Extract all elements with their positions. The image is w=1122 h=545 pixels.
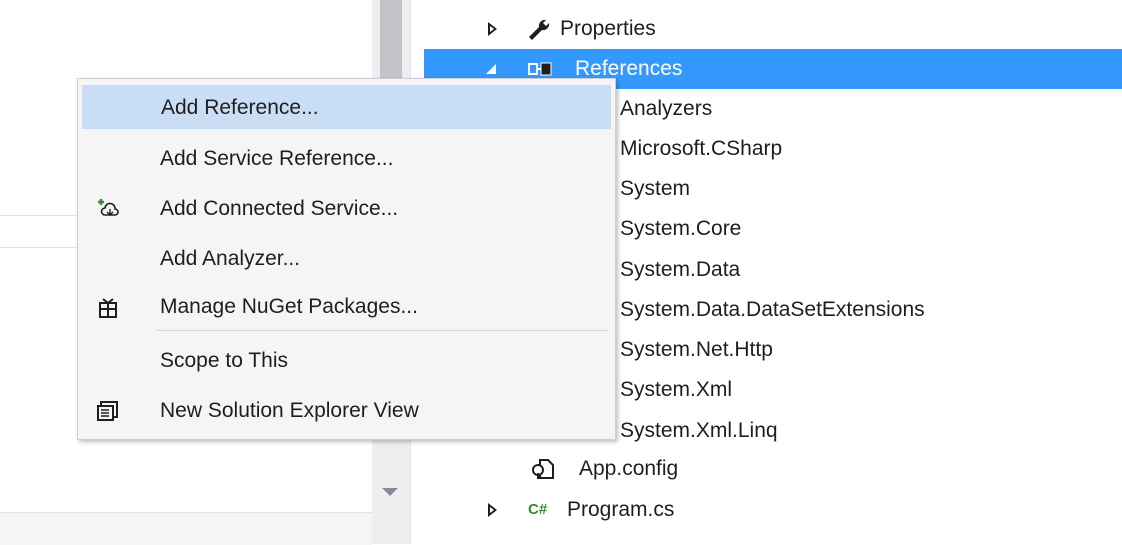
menu-item-new-solution-explorer-view[interactable]: New Solution Explorer View <box>82 389 611 433</box>
menu-item-label: Manage NuGet Packages... <box>160 295 418 318</box>
expand-arrow-icon[interactable] <box>484 9 504 49</box>
menu-item-label: Scope to This <box>160 349 289 372</box>
nuget-package-icon <box>99 298 117 318</box>
scroll-down-arrow-icon[interactable] <box>382 488 398 496</box>
csharp-file-icon: C# <box>528 501 548 518</box>
menu-item-add-analyzer[interactable]: Add Analyzer... <box>82 237 611 281</box>
tree-item-label: Microsoft.CSharp <box>620 137 783 160</box>
tree-item-label: Analyzers <box>620 97 713 120</box>
wrench-icon <box>529 19 550 40</box>
tree-item-label: System.Xml <box>620 378 733 401</box>
tree-item-label: System.Xml.Linq <box>620 419 778 442</box>
config-file-icon <box>532 459 554 479</box>
tree-item-label: App.config <box>579 457 679 480</box>
tree-item-label: System.Data.DataSetExtensions <box>620 298 925 321</box>
tree-item-label: System.Core <box>620 217 742 240</box>
tree-item-label: System.Data <box>620 258 741 281</box>
editor-bottom-bar <box>0 512 372 545</box>
menu-item-label: Add Connected Service... <box>160 197 399 220</box>
menu-item-label: Add Analyzer... <box>160 247 301 270</box>
tree-item-app-config[interactable]: App.config <box>424 449 1122 489</box>
tree-item-label: System.Net.Http <box>620 338 773 361</box>
menu-item-label: Add Reference... <box>161 96 319 119</box>
context-menu: Add Reference... Add Service Reference..… <box>77 78 616 440</box>
menu-item-label: New Solution Explorer View <box>160 399 419 422</box>
tree-item-label: Program.cs <box>567 498 675 521</box>
menu-item-add-service-reference[interactable]: Add Service Reference... <box>82 137 611 181</box>
expand-arrow-icon[interactable] <box>484 490 504 530</box>
menu-item-add-reference[interactable]: Add Reference... <box>82 85 611 129</box>
tree-item-program-cs[interactable]: C# Program.cs <box>424 490 1122 530</box>
menu-item-add-connected-service[interactable]: Add Connected Service... <box>82 187 611 231</box>
tree-item-label: System <box>620 177 691 200</box>
menu-separator <box>156 330 608 331</box>
menu-item-label: Add Service Reference... <box>160 147 394 170</box>
menu-item-manage-nuget-packages[interactable]: Manage NuGet Packages... <box>82 285 611 329</box>
new-explorer-view-icon <box>97 401 118 421</box>
tree-item-properties[interactable]: Properties <box>424 9 1122 49</box>
connected-service-icon <box>98 199 119 216</box>
references-icon <box>528 62 552 76</box>
menu-item-scope-to-this[interactable]: Scope to This <box>82 339 611 383</box>
tree-item-label: Properties <box>560 17 656 40</box>
